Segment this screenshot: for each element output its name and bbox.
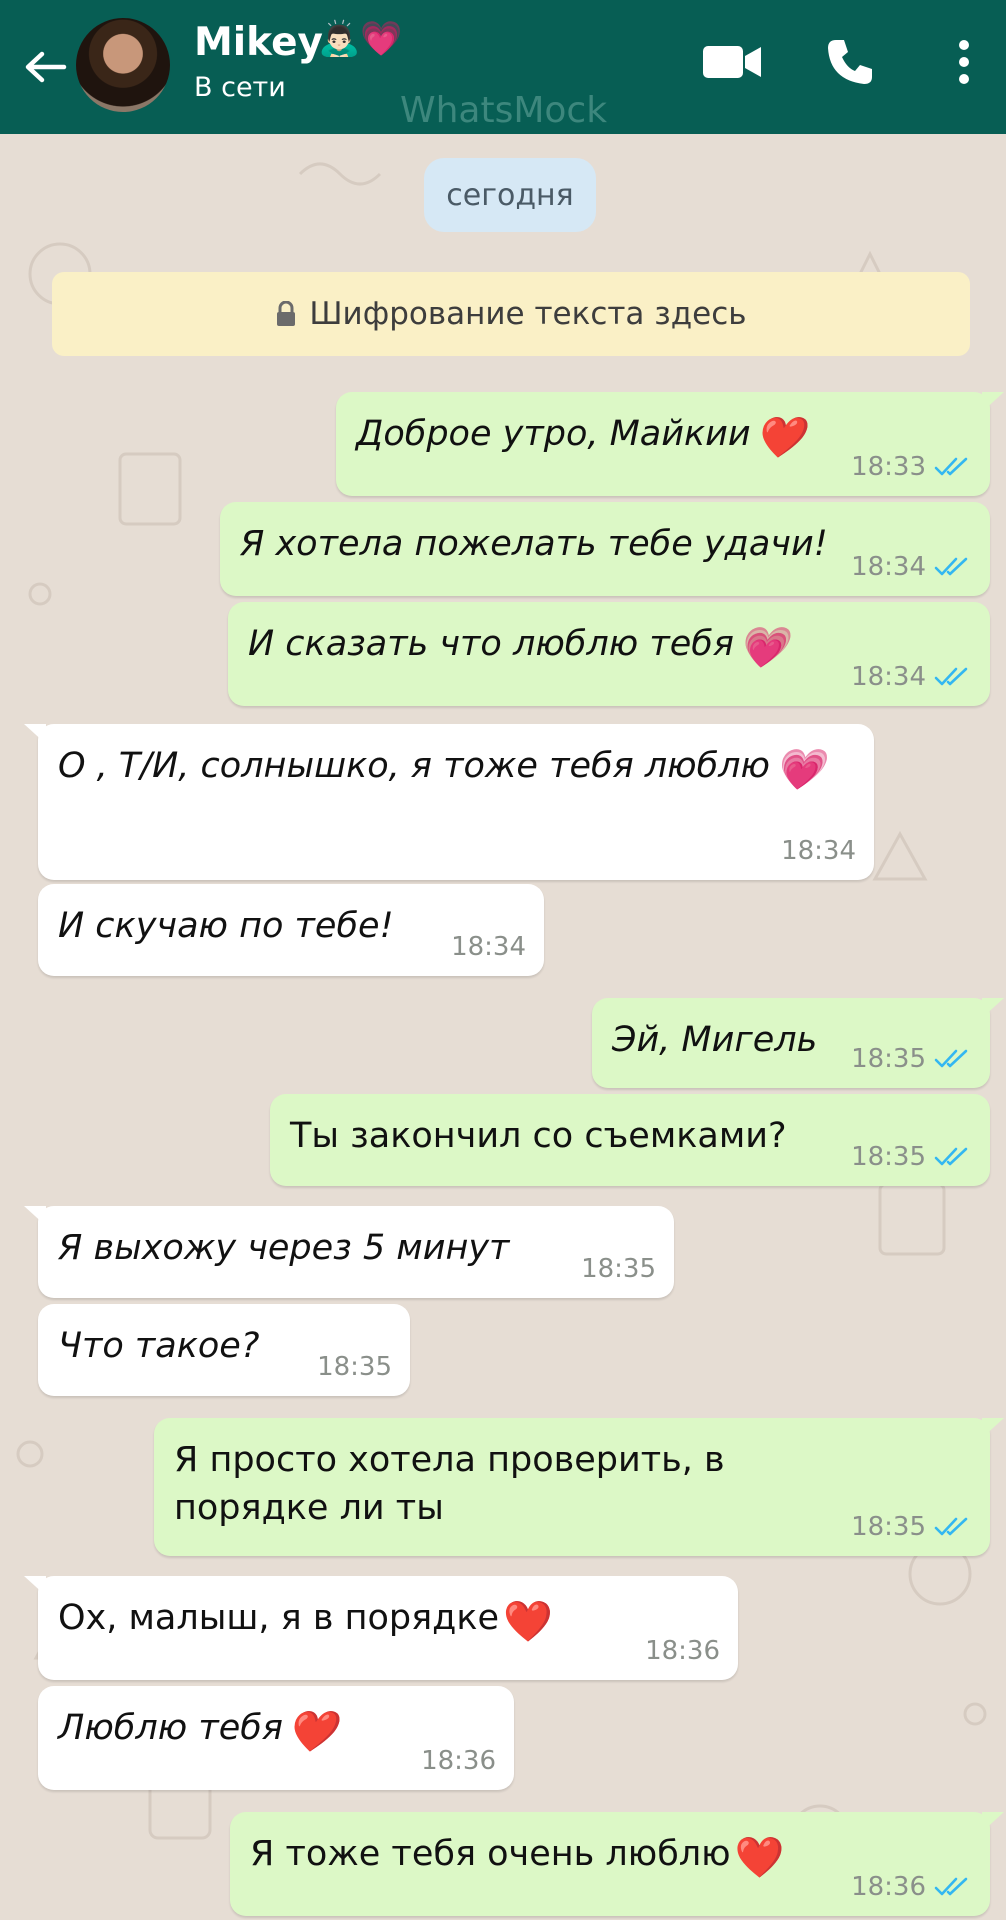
message-meta: 18:36	[851, 1872, 972, 1902]
message-text-block: Я тоже тебя очень люблю ❤️	[250, 1830, 840, 1882]
message-text-block: Ты закончил со съемками?	[290, 1112, 840, 1160]
message-text: Люблю тебя	[58, 1708, 283, 1748]
outgoing-message[interactable]: Я просто хотела проверить, в порядке ли …	[154, 1418, 1004, 1556]
message-time: 18:35	[851, 1512, 926, 1542]
message-text: Ох, малыш, я в порядке	[58, 1598, 500, 1638]
watermark: WhatsMock	[400, 90, 608, 131]
message-text-block: Я хотела пожелать тебе удачи!	[240, 520, 840, 568]
message-text: Ты закончил со съемками?	[290, 1116, 787, 1156]
double-check-read-icon	[934, 1049, 968, 1068]
double-check-read-icon	[934, 457, 968, 476]
message-text: Я выхожу через 5 минут	[58, 1228, 510, 1268]
message-meta: 18:34	[781, 836, 856, 866]
contact-name-emoji: 🙇🏻‍♂️💗	[318, 19, 403, 59]
message-meta: 18:35	[851, 1142, 972, 1172]
incoming-message[interactable]: Что такое? 18:35	[38, 1304, 410, 1396]
incoming-message[interactable]: Ох, малыш, я в порядке ❤️ 18:36	[24, 1576, 738, 1680]
message-text-block: Ох, малыш, я в порядке ❤️	[58, 1594, 718, 1646]
message-text-block: Я просто хотела проверить, в порядке ли …	[174, 1436, 840, 1532]
message-meta: 18:36	[421, 1746, 496, 1776]
contact-name[interactable]: Mikey	[194, 20, 323, 65]
red-heart-emoji: ❤️	[286, 1709, 337, 1755]
message-time: 18:36	[851, 1872, 926, 1902]
bubble-tail	[982, 1812, 1004, 1832]
message-meta: 18:35	[317, 1352, 392, 1382]
message-time: 18:34	[851, 552, 926, 582]
message-text: Доброе утро, Майкии	[356, 414, 751, 454]
message-time: 18:33	[851, 452, 926, 482]
red-heart-emoji: ❤️	[734, 1835, 785, 1881]
back-arrow-icon[interactable]	[20, 42, 70, 92]
message-time: 18:35	[317, 1352, 392, 1382]
outgoing-message[interactable]: И сказать что люблю тебя 💗 18:34	[228, 602, 990, 706]
incoming-message[interactable]: Я выхожу через 5 минут 18:35	[24, 1206, 674, 1298]
lock-icon	[277, 301, 296, 326]
bubble-tail	[982, 1418, 1004, 1438]
message-time: 18:35	[851, 1142, 926, 1172]
encryption-notice-text: Шифрование текста здесь	[309, 296, 747, 332]
message-text-block: И сказать что люблю тебя 💗	[248, 620, 840, 672]
chat-header: Mikey 🙇🏻‍♂️💗 В сети WhatsMock	[0, 0, 1006, 134]
message-time: 18:34	[451, 932, 526, 962]
incoming-message[interactable]: И скучаю по тебе! 18:34	[38, 884, 544, 976]
message-text: Я тоже тебя очень люблю	[250, 1834, 731, 1874]
message-text: И сказать что люблю тебя	[248, 624, 734, 664]
message-text: Я хотела пожелать тебе удачи!	[240, 524, 828, 564]
message-time: 18:36	[645, 1636, 720, 1666]
incoming-message[interactable]: Люблю тебя ❤️ 18:36	[38, 1686, 514, 1790]
outgoing-message[interactable]: Доброе утро, Майкии ❤️ 18:33	[336, 392, 1004, 496]
bubble-tail	[24, 1576, 46, 1596]
message-text: О , Т/И, солнышко, я тоже тебя люблю	[58, 746, 771, 786]
double-check-read-icon	[934, 1517, 968, 1536]
date-chip: сегодня	[424, 158, 596, 232]
message-text-block: Эй, Мигель	[612, 1016, 840, 1064]
bubble-tail	[24, 724, 46, 744]
voice-call-button[interactable]	[818, 30, 882, 94]
outgoing-message[interactable]: Я тоже тебя очень люблю ❤️ 18:36	[230, 1812, 1004, 1916]
message-text: Что такое?	[58, 1326, 260, 1366]
bubble-tail	[982, 998, 1004, 1018]
message-meta: 18:33	[851, 452, 972, 482]
kebab-menu-icon	[959, 40, 969, 84]
double-check-read-icon	[934, 1877, 968, 1896]
message-time: 18:35	[581, 1254, 656, 1284]
message-meta: 18:35	[581, 1254, 656, 1284]
avatar[interactable]	[76, 18, 170, 112]
double-check-read-icon	[934, 1147, 968, 1166]
message-time: 18:34	[781, 836, 856, 866]
message-time: 18:36	[421, 1746, 496, 1776]
message-text: Эй, Мигель	[612, 1020, 818, 1060]
red-heart-emoji: ❤️	[503, 1599, 553, 1645]
message-meta: 18:34	[851, 552, 972, 582]
message-meta: 18:35	[851, 1512, 972, 1542]
outgoing-message[interactable]: Эй, Мигель 18:35	[592, 998, 1004, 1088]
bubble-tail	[982, 392, 1004, 412]
encryption-notice[interactable]: Шифрование текста здесь	[52, 272, 970, 356]
message-text: И скучаю по тебе!	[58, 906, 394, 946]
message-meta: 18:34	[851, 662, 972, 692]
message-text-block: Я выхожу через 5 минут	[58, 1224, 654, 1272]
message-text: Я просто хотела проверить, в порядке ли …	[174, 1440, 725, 1528]
phone-icon	[828, 40, 872, 84]
double-check-read-icon	[934, 557, 968, 576]
message-time: 18:35	[851, 1044, 926, 1074]
contact-status: В сети	[194, 72, 286, 103]
video-call-button[interactable]	[700, 30, 764, 94]
message-meta: 18:34	[451, 932, 526, 962]
outgoing-message[interactable]: Ты закончил со съемками? 18:35	[270, 1094, 990, 1186]
red-heart-emoji: ❤️	[754, 415, 805, 461]
video-camera-icon	[703, 46, 761, 78]
growing-heart-emoji: 💗	[774, 747, 824, 793]
message-meta: 18:36	[645, 1636, 720, 1666]
outgoing-message[interactable]: Я хотела пожелать тебе удачи! 18:34	[220, 502, 990, 596]
more-options-button[interactable]	[932, 30, 996, 94]
message-text-block: О , Т/И, солнышко, я тоже тебя люблю 💗	[58, 742, 854, 794]
growing-heart-emoji: 💗	[737, 625, 788, 671]
bubble-tail	[24, 1206, 46, 1226]
incoming-message[interactable]: О , Т/И, солнышко, я тоже тебя люблю 💗 18:…	[24, 724, 874, 880]
message-time: 18:34	[851, 662, 926, 692]
message-meta: 18:35	[851, 1044, 972, 1074]
message-text-block: Доброе утро, Майкии ❤️	[356, 410, 840, 462]
double-check-read-icon	[934, 667, 968, 686]
